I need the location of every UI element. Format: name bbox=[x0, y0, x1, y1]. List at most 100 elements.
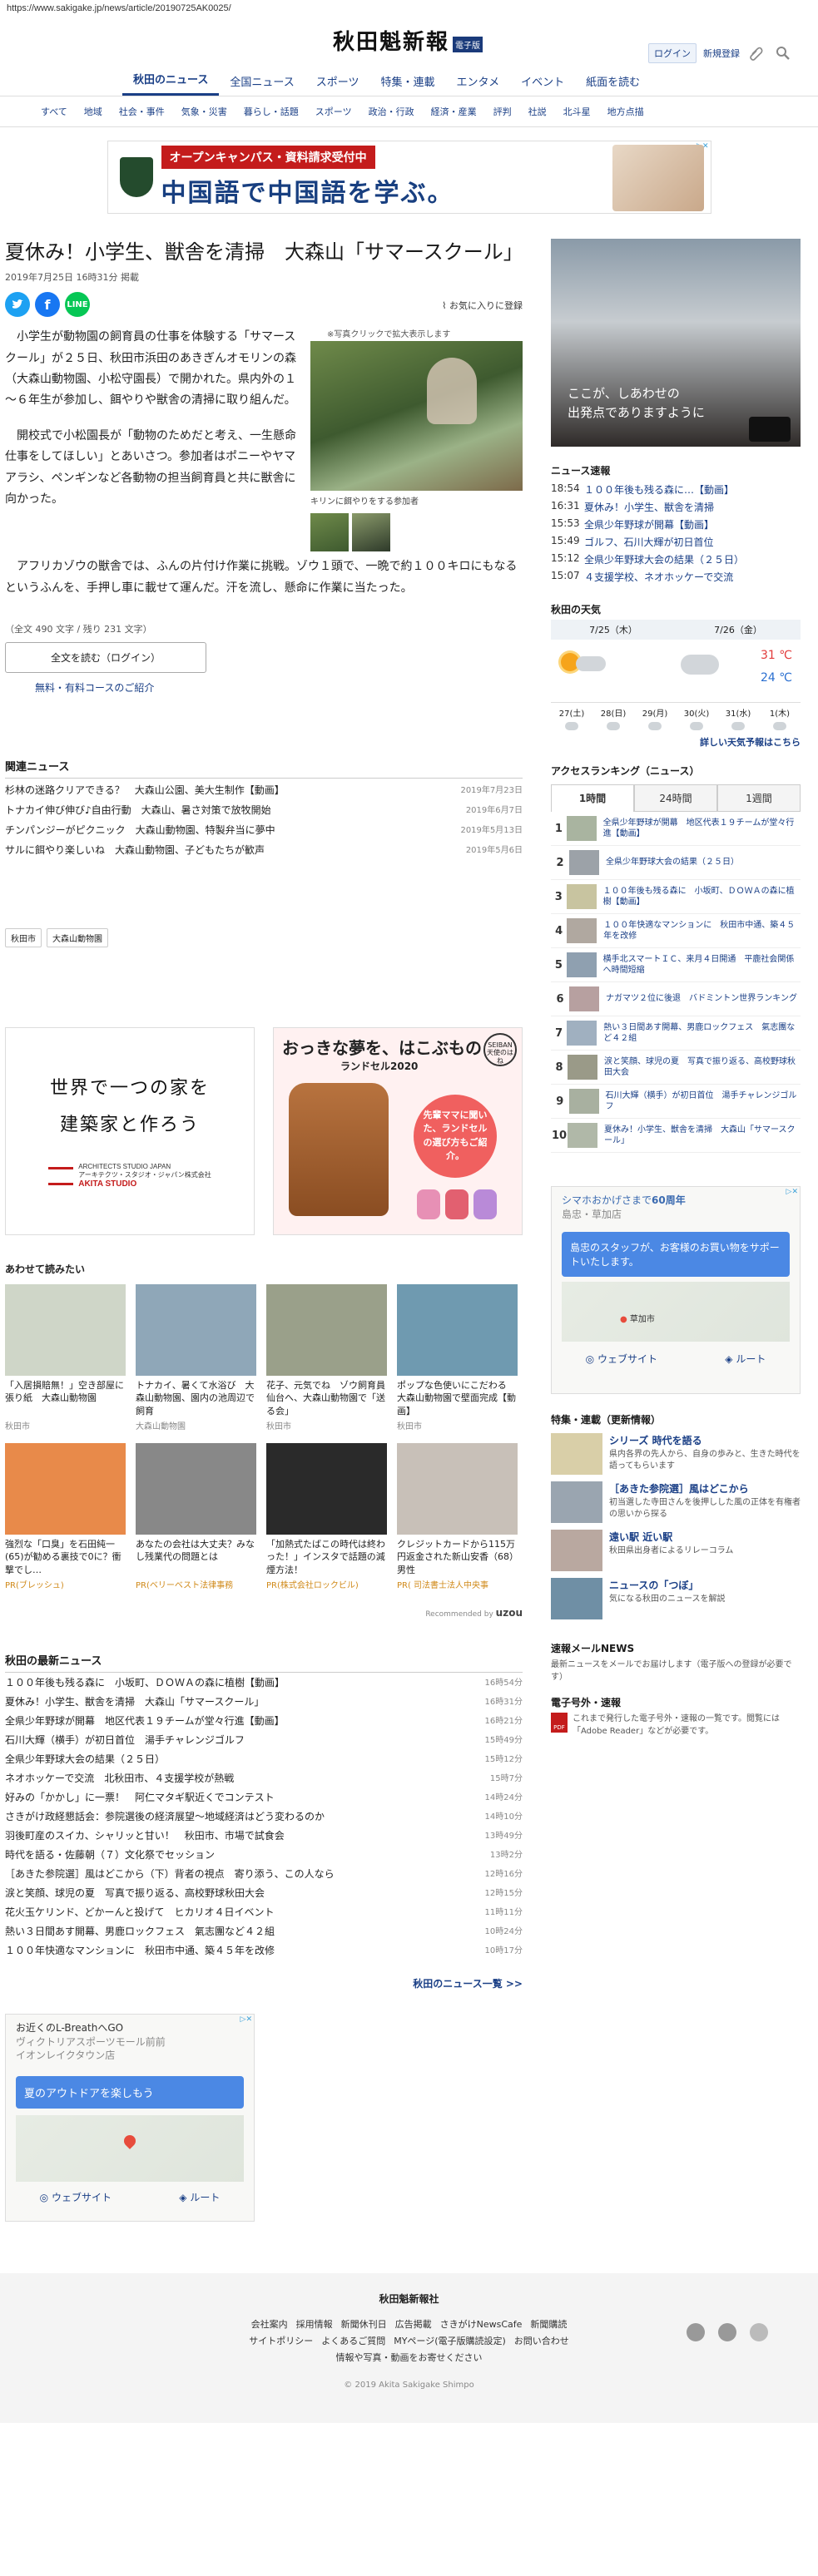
footer-link[interactable]: MYページ(電子版購読設定) bbox=[394, 2334, 506, 2347]
nav-events[interactable]: イベント bbox=[510, 67, 575, 96]
subnav-weather[interactable]: 気象・災害 bbox=[174, 103, 235, 120]
related-item[interactable]: トナカイ伸び伸び♪自由行動 大森山、暑さ対策で放牧開始 2019年6月7日 bbox=[5, 799, 523, 818]
twitter-share-icon[interactable] bbox=[5, 292, 30, 318]
register-link[interactable]: 新規登録 bbox=[703, 47, 740, 60]
article-photo[interactable] bbox=[310, 341, 523, 492]
subnav-life[interactable]: 暮らし・話題 bbox=[236, 103, 306, 120]
footer-link[interactable]: お問い合わせ bbox=[514, 2334, 569, 2347]
latest-item[interactable]: 全県少年野球大会の結果（２５日） 15時12分 bbox=[5, 1749, 523, 1768]
related-item[interactable]: サルに餌やり楽しいね 大森山動物園、子どもたちが歓声 2019年5月6日 bbox=[5, 838, 523, 858]
related-item[interactable]: チンパンジーがピクニック 大森山動物園、特製弁当に夢中 2019年5月13日 bbox=[5, 818, 523, 838]
nav-national-news[interactable]: 全国ニュース bbox=[219, 67, 305, 96]
top-banner-ad[interactable]: ▷✕ オープンキャンパス・資料請求受付中 中国語で中国語を学ぶ。 bbox=[107, 141, 711, 214]
nav-features[interactable]: 特集・連載 bbox=[369, 67, 445, 96]
site-logo[interactable]: 秋田魁新報 電子版 bbox=[333, 25, 483, 56]
flash-item[interactable]: 15:12 全県少年野球大会の結果（２５日） bbox=[551, 551, 801, 568]
course-info-link[interactable]: 無料・有料コースのご紹介 bbox=[35, 680, 523, 695]
add-favorite-button[interactable]: ⌇ お気に入りに登録 bbox=[442, 299, 523, 312]
footer-link[interactable]: 会社案内 bbox=[251, 2317, 288, 2331]
ranking-item[interactable]: 9 石川大輝（横手）が初日首位 湯手チャレンジゴルフ bbox=[551, 1085, 801, 1119]
subnav-politics[interactable]: 政治・行政 bbox=[361, 103, 422, 120]
architect-ad[interactable]: 世界で一つの家を 建築家と作ろう ARCHITECTS STUDIO JAPAN… bbox=[5, 1026, 255, 1235]
footer-link[interactable]: よくあるご質問 bbox=[321, 2334, 385, 2347]
photo-thumbnail[interactable] bbox=[352, 513, 390, 552]
latest-item[interactable]: 花火玉ケリンド、どかーんと投げて ヒカリオ４日イベント 11時11分 bbox=[5, 1902, 523, 1921]
mail-title[interactable]: 速報メールNEWS bbox=[551, 1641, 801, 1655]
subnav-society[interactable]: 社会・事件 bbox=[112, 103, 172, 120]
ranking-item[interactable]: 5 横手北スマートＩＣ、来月４日開通 平鹿社会関係へ時間短縮 bbox=[551, 948, 801, 982]
latest-item[interactable]: 好みの「かかし」に一票！ 阿仁マタギ駅近くでコンテスト 14時24分 bbox=[5, 1787, 523, 1807]
subnav-all[interactable]: すべて bbox=[33, 103, 75, 120]
facebook-icon[interactable] bbox=[718, 2322, 736, 2341]
recommend-card[interactable]: 花子、元気でね ゾウ飼育員仙台へ、大森山動物園で「送る会」 秋田市 bbox=[266, 1283, 387, 1431]
extra-title[interactable]: 電子号外・速報 bbox=[551, 1695, 801, 1709]
flash-item[interactable]: 15:53 全県少年野球が開幕【動画】 bbox=[551, 516, 801, 533]
nav-akita-news[interactable]: 秋田のニュース bbox=[122, 64, 220, 96]
subnav-local[interactable]: 地方点描 bbox=[600, 103, 652, 120]
tag-omoriyama-zoo[interactable]: 大森山動物園 bbox=[47, 927, 108, 947]
ranking-item[interactable]: 4 １００年快適なマンションに 秋田市中通、築４５年を改修 bbox=[551, 914, 801, 948]
sidebar-photo-ad[interactable]: ここが、しあわせの 出発点でありますように bbox=[551, 239, 801, 447]
feature-item[interactable]: ［あきた参院選］風はどこから 初当選した寺田さんを後押しした風の正体を有権者の思い… bbox=[551, 1481, 801, 1523]
flash-item[interactable]: 15:49 ゴルフ、石川大輝が初日首位 bbox=[551, 533, 801, 551]
recommend-card[interactable]: ポップな色使いにこだわる 大森山動物園で壁面完成【動画】 秋田市 bbox=[397, 1283, 518, 1431]
footer-link[interactable]: 情報や写真・動画をお寄せください bbox=[336, 2351, 483, 2364]
route-button[interactable]: ◈ ルート bbox=[725, 1352, 766, 1366]
route-button[interactable]: ◈ ルート bbox=[179, 2190, 220, 2204]
latest-item[interactable]: 羽後町産のスイカ、シャリッと甘い！ 秋田市、市場で試食会 13時49分 bbox=[5, 1826, 523, 1845]
news-list-link[interactable]: 秋田のニュース一覧 >> bbox=[5, 1976, 523, 1990]
related-item[interactable]: 杉林の迷路クリアできる？ 大森山公園、美大生制作【動画】 2019年7月23日 bbox=[5, 779, 523, 799]
latest-item[interactable]: 涙と笑顔、球児の夏 写真で振り返る、高校野球秋田大会 12時15分 bbox=[5, 1883, 523, 1902]
subnav-economy[interactable]: 経済・産業 bbox=[424, 103, 484, 120]
map-ad[interactable]: ▷✕ お近くのL-BreathへGO ヴィクトリアスポーツモール前前 イオンレイクタ… bbox=[5, 2013, 255, 2222]
flash-item[interactable]: 18:54 １００年後も残る森に…【動画】 bbox=[551, 481, 801, 498]
footer-link[interactable]: さきがけNewsCafe bbox=[440, 2317, 523, 2331]
address-bar[interactable]: https://www.sakigake.jp/news/article/201… bbox=[0, 0, 818, 18]
latest-item[interactable]: さきがけ政経懇話会：参院選後の経済展望～地域経済はどう変わるのか 14時10分 bbox=[5, 1807, 523, 1826]
flash-item[interactable]: 16:31 夏休み！小学生、獣舎を清掃 bbox=[551, 498, 801, 516]
nav-sports[interactable]: スポーツ bbox=[305, 67, 370, 96]
line-share-icon[interactable]: LINE bbox=[65, 292, 90, 318]
ranking-tab-24h[interactable]: 24時間 bbox=[634, 784, 717, 812]
latest-item[interactable]: 時代を語る・佐藤朝（７）文化祭でセッション 13時2分 bbox=[5, 1845, 523, 1864]
latest-item[interactable]: 熱い３日間あす開幕、男鹿ロックフェス 氣志團など４２組 10時24分 bbox=[5, 1921, 523, 1941]
ranking-tab-1h[interactable]: 1時間 bbox=[551, 784, 634, 812]
feature-item[interactable]: シリーズ 時代を語る 県内各界の先人から、自身の歩みと、生きた時代を語ってもらいま… bbox=[551, 1433, 801, 1475]
subnav-sports[interactable]: スポーツ bbox=[308, 103, 359, 120]
flash-item[interactable]: 15:07 ４支援学校、ネオホッケーで交流 bbox=[551, 568, 801, 586]
footer-link[interactable]: サイトポリシー bbox=[249, 2334, 313, 2347]
rss-icon[interactable] bbox=[750, 2322, 768, 2341]
subnav-review[interactable]: 評判 bbox=[486, 103, 519, 120]
footer-link[interactable]: 広告掲載 bbox=[395, 2317, 432, 2331]
subnav-hokutosei[interactable]: 北斗星 bbox=[556, 103, 598, 120]
weather-more-link[interactable]: 詳しい天気予報はこちら bbox=[551, 735, 801, 749]
latest-item[interactable]: １００年快適なマンションに 秋田市中通、築４５年を改修 10時17分 bbox=[5, 1941, 523, 1960]
nav-read-paper[interactable]: 紙面を読む bbox=[575, 67, 651, 96]
ranking-item[interactable]: 6 ナガマツ２位に後退 バドミントン世界ランキング bbox=[551, 982, 801, 1016]
recommend-card[interactable]: トナカイ、暑くて水浴び 大森山動物園、園内の池周辺で飼育 大森山動物園 bbox=[136, 1283, 256, 1431]
subnav-region[interactable]: 地域 bbox=[77, 103, 110, 120]
ranking-item[interactable]: 3 １００年後も残る森に 小坂町、ＤＯＷＡの森に植樹【動画】 bbox=[551, 880, 801, 914]
read-full-button[interactable]: 全文を読む（ログイン） bbox=[5, 641, 206, 673]
randoseru-ad[interactable]: おっきな夢を、はこぶもの ランドセル2020 SEIBAN 天使のはね 先輩ママ… bbox=[273, 1026, 523, 1235]
tag-akita-city[interactable]: 秋田市 bbox=[5, 927, 42, 947]
latest-item[interactable]: １００年後も残る森に 小坂町、ＤＯＷＡの森に植樹【動画】 16時54分 bbox=[5, 1673, 523, 1692]
ranking-tab-1w[interactable]: 1週間 bbox=[717, 784, 801, 812]
footer-link[interactable]: 採用情報 bbox=[296, 2317, 333, 2331]
latest-item[interactable]: ネオホッケーで交流 北秋田市、４支援学校が熱戦 15時7分 bbox=[5, 1768, 523, 1787]
ad-choices-icon[interactable]: ▷✕ bbox=[240, 2015, 252, 2024]
nav-entertainment[interactable]: エンタメ bbox=[445, 67, 510, 96]
latest-item[interactable]: 夏休み！小学生、獣舎を清掃 大森山「サマースクール」 16時31分 bbox=[5, 1692, 523, 1711]
login-button[interactable]: ログイン bbox=[648, 43, 697, 63]
recommend-card[interactable]: 「入居損賠無！」空き部屋に張り紙 大森山動物園 秋田市 bbox=[5, 1283, 126, 1431]
subnav-editorial[interactable]: 社説 bbox=[521, 103, 554, 120]
feature-item[interactable]: ニュースの「つぼ」 気になる秋田のニュースを解説 bbox=[551, 1578, 801, 1619]
ranking-item[interactable]: 2 全県少年野球大会の結果（２５日） bbox=[551, 846, 801, 880]
photo-thumbnail[interactable] bbox=[310, 513, 349, 552]
website-button[interactable]: ◎ ウェブサイト bbox=[586, 1352, 657, 1366]
search-icon[interactable] bbox=[773, 43, 793, 63]
ad-choices-icon[interactable]: ▷✕ bbox=[786, 1188, 798, 1196]
footer-link[interactable]: 新聞休刊日 bbox=[341, 2317, 387, 2331]
recommend-card[interactable]: あなたの会社は大丈夫？みなし残業代の問題とは PR(ベリーベスト法律事務 bbox=[136, 1442, 256, 1590]
recommend-card[interactable]: 「加熱式たばこの時代は終わった！」インスタで話題の減煙方法！ PR(株式会社ロック… bbox=[266, 1442, 387, 1590]
